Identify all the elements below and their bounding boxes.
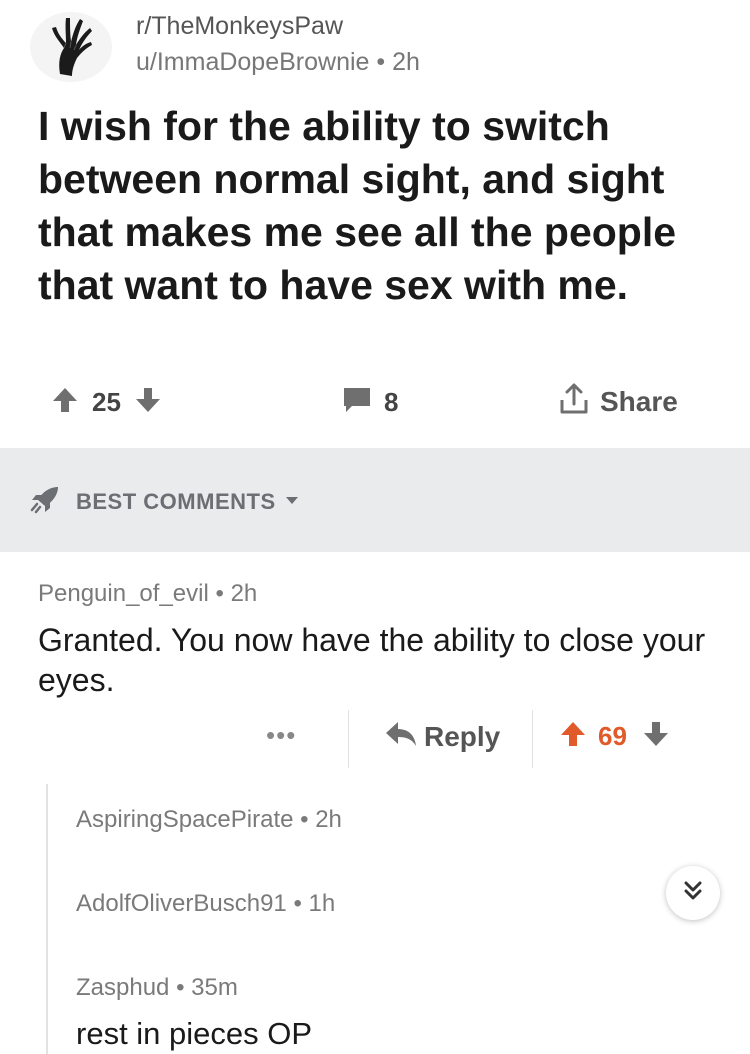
monkey-paw-icon[interactable] [30,12,112,82]
post-title[interactable]: I wish for the ability to switch between… [38,100,718,312]
sort-label: BEST COMMENTS [76,488,276,514]
share-icon [558,382,590,421]
jump-next-button[interactable] [666,866,720,920]
reply-item[interactable]: AspiringSpacePirate • 2h [76,806,696,834]
reply-meta: Zasphud • 35m [76,974,696,1002]
reply-body: rest in pieces OP [76,1016,313,1051]
meta-separator: • [176,974,185,1001]
downvote-icon[interactable] [643,720,669,753]
reply-author[interactable]: Zasphud [76,974,169,1001]
reply-meta: AspiringSpacePirate • 2h [76,806,696,834]
reply-author[interactable]: AspiringSpacePirate [76,806,293,833]
comment-icon [342,386,372,419]
comment-body: Granted. You now have the ability to clo… [38,622,706,698]
reply-item[interactable]: AdolfOliverBusch91 • 1h [76,890,696,918]
upvote-icon[interactable] [560,720,586,753]
divider [348,710,349,768]
post-author[interactable]: u/ImmaDopeBrownie [136,48,369,76]
reply-age: 1h [308,890,336,917]
reply-arrow-icon [384,720,418,753]
share-button[interactable]: Share [558,382,678,421]
comment-actions: ••• Reply 69 [0,706,750,772]
post-vote-group: 25 [52,386,161,419]
reply-button[interactable]: Reply [384,720,500,753]
rocket-icon [28,484,62,519]
post-header: r/TheMonkeysPaw u/ImmaDopeBrownie • 2h [30,6,720,86]
comment-score: 69 [598,721,627,751]
post-age: 2h [392,48,420,76]
downvote-icon[interactable] [135,386,161,419]
meta-separator: • [376,48,386,76]
subreddit-name[interactable]: r/TheMonkeysPaw [136,12,343,41]
chevron-down-icon [284,493,300,511]
post-action-bar: 25 8 Share [0,380,750,428]
reply-item[interactable]: Zasphud • 35m rest in pieces OP [76,974,696,1052]
thread-line[interactable] [46,784,48,1054]
double-chevron-down-icon [681,879,705,908]
comment-sort-bar: BEST COMMENTS [0,448,750,552]
more-options-button[interactable]: ••• [266,720,296,751]
post-meta: u/ImmaDopeBrownie • 2h [136,48,420,77]
comment-vote-group: 69 [560,720,669,753]
meta-separator: • [293,890,302,917]
reply-label: Reply [424,720,501,752]
post-score: 25 [92,387,121,417]
reply-age: 2h [315,806,342,833]
top-comment: Penguin_of_evil • 2h Granted. You now ha… [38,580,728,700]
comment-author[interactable]: Penguin_of_evil [38,580,209,607]
meta-separator: • [215,580,224,607]
upvote-icon[interactable] [52,386,78,419]
comment-meta: Penguin_of_evil • 2h [38,580,728,608]
sort-dropdown[interactable]: BEST COMMENTS [28,484,300,519]
share-label: Share [600,385,678,417]
comments-button[interactable]: 8 [342,386,398,419]
meta-separator: • [300,806,309,833]
reply-meta: AdolfOliverBusch91 • 1h [76,890,696,918]
reply-age: 35m [191,974,238,1001]
divider [532,710,533,768]
comment-count: 8 [384,387,399,417]
comment-age: 2h [230,580,258,607]
reply-author[interactable]: AdolfOliverBusch91 [76,890,287,917]
